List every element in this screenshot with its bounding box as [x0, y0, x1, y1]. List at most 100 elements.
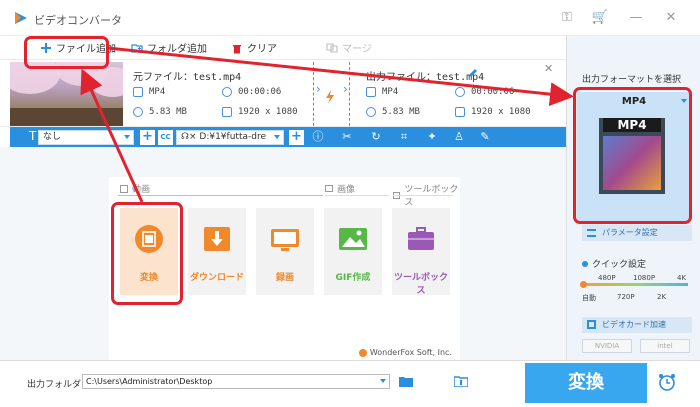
chip-icon	[587, 320, 596, 329]
browse-folder-icon[interactable]	[399, 375, 413, 387]
highlight-convert-card	[111, 202, 183, 305]
minimize-button[interactable]: —	[626, 8, 646, 28]
slider-handle[interactable]	[580, 281, 587, 288]
record-card[interactable]: 録画	[256, 208, 314, 295]
file-item[interactable]: 元ファイル：test.mp4 MP4 00:00:06 5.83 MB 1920…	[0, 59, 566, 127]
quick-dot-icon	[582, 261, 588, 267]
highlight-add-file	[24, 36, 109, 69]
size-icon	[366, 107, 376, 117]
clock-icon	[455, 87, 465, 97]
clock-icon	[222, 87, 232, 97]
image-section-label: 画像	[325, 182, 355, 195]
quick-label-auto: 自動	[582, 294, 596, 302]
app-title: ビデオコンバータ	[34, 14, 122, 27]
audio-track-select[interactable]: ☊× D:¥1¥futta-dre	[176, 130, 284, 145]
source-resolution: 1920 x 1080	[222, 107, 298, 117]
output-duration: 00:00:06	[455, 87, 514, 97]
screen-record-icon	[271, 229, 299, 251]
clear-button[interactable]: クリア	[231, 40, 277, 55]
arrow-icon: ›	[343, 82, 348, 96]
quick-label-1080p: 1080P	[633, 274, 656, 282]
trash-icon	[233, 44, 241, 53]
parameter-settings-button[interactable]: パラメータ設定	[582, 225, 692, 241]
edit-toolbar: T なし + CC ☊× D:¥1¥futta-dre + ⓘ ✂ ↻ ⌗ ✦ …	[10, 127, 566, 147]
add-folder-label: フォルダ追加	[147, 44, 207, 55]
source-format: MP4	[133, 87, 165, 97]
video-thumbnail[interactable]	[10, 62, 123, 126]
format-icon	[133, 87, 143, 97]
download-card-label: ダウンロード	[189, 273, 244, 283]
subtitle-icon: T	[29, 129, 37, 143]
chevron-down-icon	[380, 379, 386, 383]
output-size: 5.83 MB	[366, 107, 420, 117]
merge-label: マージ	[342, 44, 372, 55]
source-duration: 00:00:06	[222, 87, 281, 97]
video-section-label: 動画	[120, 182, 150, 195]
quality-slider[interactable]	[580, 281, 688, 288]
source-file-label: 元ファイル：test.mp4	[133, 72, 242, 83]
cart-icon[interactable]: 🛒	[590, 8, 610, 28]
watermark-icon[interactable]: ♙	[453, 131, 465, 143]
add-audio-button[interactable]: +	[289, 130, 304, 145]
add-folder-button[interactable]: フォルダ追加	[131, 40, 207, 55]
convert-button[interactable]: 変換	[525, 363, 647, 403]
download-icon	[204, 227, 230, 251]
image-icon	[325, 185, 333, 192]
size-icon	[133, 107, 143, 117]
info-icon[interactable]: ⓘ	[312, 131, 324, 143]
toolbox-card-label: ツールボックス	[393, 273, 448, 296]
folder-add-icon	[131, 43, 143, 53]
download-card[interactable]: ダウンロード	[188, 208, 246, 295]
intel-chip[interactable]: intel	[640, 339, 690, 353]
arrow-icon: ›	[316, 82, 321, 96]
wonderfox-logo-icon	[358, 348, 367, 357]
app-window: ビデオコンバータ ⚿ 🛒 — ✕ ファイル追加 フォルダ追加 クリア マージ 元…	[0, 0, 700, 407]
rotate-icon[interactable]: ↻	[370, 131, 382, 143]
divider	[349, 62, 350, 126]
edit-pencil-icon[interactable]	[468, 68, 478, 78]
source-size: 5.83 MB	[133, 107, 187, 117]
bottom-bar: 出力フォルダ： C:\Users\Administrator\Desktop 変…	[0, 360, 700, 407]
gif-card-label: GIF作成	[335, 273, 371, 283]
quick-label-4k: 4K	[677, 274, 687, 282]
gpu-acceleration-button[interactable]: ビデオカード加速	[582, 317, 692, 333]
subtitle-select[interactable]: なし	[38, 130, 134, 145]
cc-icon[interactable]: CC	[158, 130, 173, 145]
highlight-format-selector	[573, 87, 692, 224]
title-bar: ビデオコンバータ ⚿ 🛒 — ✕	[0, 0, 700, 36]
output-resolution: 1920 x 1080	[455, 107, 531, 117]
brand-label: WonderFox Soft, Inc.	[358, 348, 452, 357]
video-icon	[120, 184, 128, 193]
remove-file-icon[interactable]: ✕	[544, 62, 553, 75]
record-card-label: 録画	[275, 273, 294, 283]
merge-icon	[326, 43, 338, 52]
output-file-label: 出力ファイル：test.mp4	[366, 72, 485, 83]
edit-icon[interactable]: ✎	[479, 131, 491, 143]
image-icon	[339, 228, 367, 250]
output-folder-label: 出力フォルダ：	[27, 380, 91, 390]
resolution-icon	[222, 107, 232, 117]
output-format: MP4	[366, 87, 398, 97]
resolution-icon	[455, 107, 465, 117]
app-logo-icon	[15, 12, 27, 24]
open-folder-icon[interactable]	[454, 375, 468, 387]
gif-card[interactable]: GIF作成	[324, 208, 382, 295]
alarm-clock-icon[interactable]	[658, 373, 676, 391]
output-folder-input[interactable]: C:\Users\Administrator\Desktop	[82, 374, 390, 389]
nvidia-chip[interactable]: NVIDIA	[582, 339, 632, 353]
key-icon[interactable]: ⚿	[557, 8, 577, 28]
crop-icon[interactable]: ⌗	[398, 131, 410, 143]
merge-button[interactable]: マージ	[326, 40, 372, 55]
effects-icon[interactable]: ✦	[426, 131, 438, 143]
settings-sliders-icon	[587, 229, 596, 237]
toolbox-card[interactable]: ツールボックス	[392, 208, 450, 296]
cut-icon[interactable]: ✂	[341, 131, 353, 143]
bolt-icon	[326, 90, 334, 104]
close-window-button[interactable]: ✕	[661, 8, 681, 28]
quick-label-2k: 2K	[657, 293, 667, 301]
quick-label-720p: 720P	[617, 293, 635, 301]
add-subtitle-button[interactable]: +	[140, 130, 155, 145]
format-icon	[366, 87, 376, 97]
quick-label-480p: 480P	[598, 274, 616, 282]
toolbox-icon	[408, 227, 434, 250]
